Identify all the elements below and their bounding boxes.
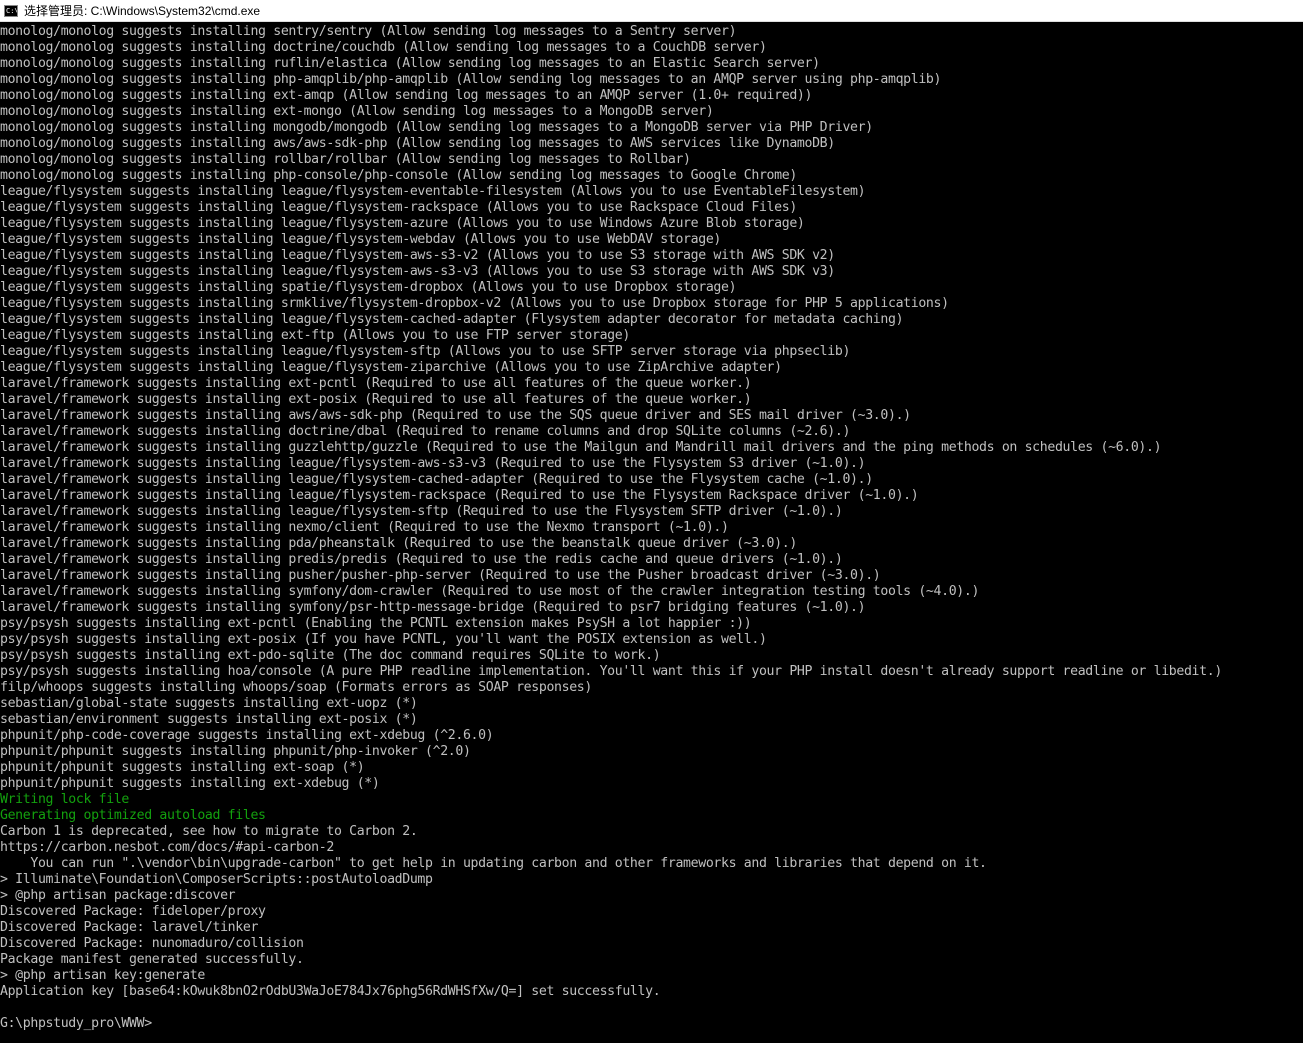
console-line: league/flysystem suggests installing lea… [0, 232, 722, 247]
console-line: https://carbon.nesbot.com/docs/#api-carb… [0, 840, 334, 855]
console-line: monolog/monolog suggests installing aws/… [0, 136, 835, 151]
console-line: phpunit/phpunit suggests installing phpu… [0, 744, 471, 759]
console-line: laravel/framework suggests installing gu… [0, 440, 1162, 455]
console-line: Package manifest generated successfully. [0, 952, 304, 967]
console-line: laravel/framework suggests installing ne… [0, 520, 729, 535]
console-line: laravel/framework suggests installing sy… [0, 584, 980, 599]
console-line: league/flysystem suggests installing lea… [0, 184, 866, 199]
console-line: league/flysystem suggests installing lea… [0, 312, 904, 327]
console-line: > Illuminate\Foundation\ComposerScripts:… [0, 872, 433, 887]
console-line: laravel/framework suggests installing le… [0, 456, 866, 471]
console-line: laravel/framework suggests installing ex… [0, 392, 752, 407]
console-line: laravel/framework suggests installing pd… [0, 536, 797, 551]
console-line: monolog/monolog suggests installing doct… [0, 40, 767, 55]
console-line: monolog/monolog suggests installing php-… [0, 72, 942, 87]
console-line: league/flysystem suggests installing lea… [0, 264, 835, 279]
console-line: phpunit/phpunit suggests installing ext-… [0, 760, 365, 775]
console-line: laravel/framework suggests installing pr… [0, 552, 843, 567]
console-line: monolog/monolog suggests installing ext-… [0, 88, 813, 103]
console-line: Discovered Package: laravel/tinker [0, 920, 259, 935]
console-line: > @php artisan package:discover [0, 888, 236, 903]
console-line: filp/whoops suggests installing whoops/s… [0, 680, 592, 695]
console-line: league/flysystem suggests installing lea… [0, 216, 805, 231]
console-line: phpunit/php-code-coverage suggests insta… [0, 728, 494, 743]
console-line: Carbon 1 is deprecated, see how to migra… [0, 824, 418, 839]
console-line: monolog/monolog suggests installing rufl… [0, 56, 820, 71]
console-line: sebastian/global-state suggests installi… [0, 696, 418, 711]
console-line: psy/psysh suggests installing hoa/consol… [0, 664, 1222, 679]
console-line: laravel/framework suggests installing sy… [0, 600, 866, 615]
console-line: league/flysystem suggests installing lea… [0, 360, 782, 375]
console-line: league/flysystem suggests installing ext… [0, 328, 630, 343]
console-line: laravel/framework suggests installing aw… [0, 408, 911, 423]
console-line: monolog/monolog suggests installing ext-… [0, 104, 714, 119]
title-bar[interactable]: C:\ 选择管理员: C:\Windows\System32\cmd.exe [0, 0, 1303, 22]
console-line: laravel/framework suggests installing do… [0, 424, 851, 439]
cmd-icon: C:\ [4, 4, 18, 17]
console-line: monolog/monolog suggests installing roll… [0, 152, 691, 167]
console-line: sebastian/environment suggests installin… [0, 712, 418, 727]
console-line: > @php artisan key:generate [0, 968, 205, 983]
console-line: league/flysystem suggests installing lea… [0, 200, 797, 215]
console-line: psy/psysh suggests installing ext-pdo-sq… [0, 648, 661, 663]
window-title: 选择管理员: C:\Windows\System32\cmd.exe [24, 4, 261, 18]
console-line: You can run ".\vendor\bin\upgrade-carbon… [0, 856, 987, 871]
command-prompt[interactable]: G:\phpstudy_pro\WWW> [0, 1016, 1303, 1032]
console-line: league/flysystem suggests installing lea… [0, 344, 851, 359]
console-line: psy/psysh suggests installing ext-posix … [0, 632, 767, 647]
console-line: league/flysystem suggests installing spa… [0, 280, 737, 295]
console-line: Discovered Package: fideloper/proxy [0, 904, 266, 919]
console-line: laravel/framework suggests installing le… [0, 488, 919, 503]
console-line: laravel/framework suggests installing le… [0, 504, 843, 519]
console-line: Generating optimized autoload files [0, 808, 266, 823]
console-line: monolog/monolog suggests installing sent… [0, 24, 737, 39]
console-line: league/flysystem suggests installing srm… [0, 296, 949, 311]
console-line: laravel/framework suggests installing le… [0, 472, 873, 487]
console-line: laravel/framework suggests installing ex… [0, 376, 752, 391]
console-output[interactable]: monolog/monolog suggests installing sent… [0, 24, 1303, 1043]
console-line: Application key [base64:kOwuk8bnO2rOdbU3… [0, 984, 661, 999]
console-line: monolog/monolog suggests installing mong… [0, 120, 873, 135]
console-line: Writing lock file [0, 792, 130, 807]
console-line: phpunit/phpunit suggests installing ext-… [0, 776, 380, 791]
console-line: league/flysystem suggests installing lea… [0, 248, 835, 263]
console-line: psy/psysh suggests installing ext-pcntl … [0, 616, 752, 631]
console-line: Discovered Package: nunomaduro/collision [0, 936, 304, 951]
console-line: laravel/framework suggests installing pu… [0, 568, 881, 583]
console-line: monolog/monolog suggests installing php-… [0, 168, 797, 183]
